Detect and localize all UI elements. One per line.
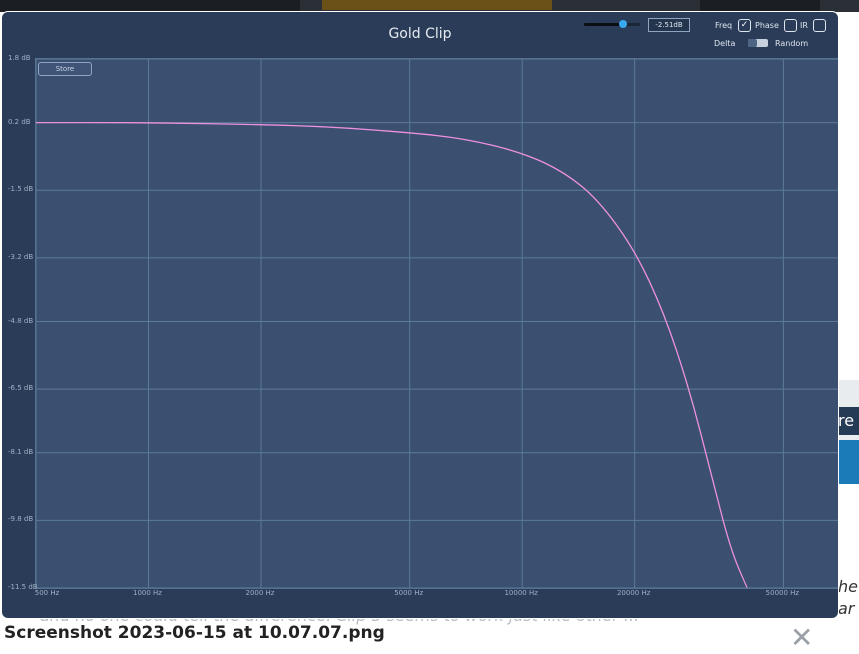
plugin-title: Gold Clip bbox=[388, 26, 452, 42]
x-tick-label: 5000 Hz bbox=[394, 589, 424, 597]
x-tick-label: 500 Hz bbox=[34, 589, 60, 597]
background-topbar-highlight bbox=[322, 0, 552, 10]
y-tick-label: -6.5 dB bbox=[8, 384, 34, 393]
background-topbar-right bbox=[700, 0, 820, 12]
freq-checkbox[interactable]: ✓ bbox=[738, 19, 751, 32]
y-tick-label: -8.1 dB bbox=[8, 447, 34, 456]
delta-label: Delta bbox=[714, 39, 736, 48]
background-topbar-left bbox=[0, 0, 300, 12]
y-tick-label: -4.8 dB bbox=[8, 316, 34, 325]
background-right-button[interactable]: re bbox=[838, 407, 859, 435]
gain-slider-knob[interactable] bbox=[619, 20, 627, 28]
response-curve bbox=[36, 121, 748, 588]
y-tick-label: 0.2 dB bbox=[8, 117, 31, 126]
x-tick-label: 1000 Hz bbox=[132, 589, 162, 597]
store-button[interactable]: Store bbox=[38, 62, 92, 76]
background-right-text: he ar bbox=[838, 577, 858, 618]
x-tick-label: 50000 Hz bbox=[765, 589, 800, 597]
y-tick-label: -9.8 dB bbox=[8, 515, 34, 524]
image-caption: Screenshot 2023-06-15 at 10.07.07.png bbox=[4, 623, 385, 643]
gain-value-field[interactable]: -2.51dB bbox=[648, 18, 690, 32]
x-tick-label: 10000 Hz bbox=[504, 589, 538, 597]
close-icon[interactable]: ✕ bbox=[790, 624, 813, 652]
background-right-button-blue[interactable] bbox=[838, 440, 859, 484]
y-tick-label: -1.5 dB bbox=[8, 185, 34, 194]
plugin-window: Gold Clip -2.51dB Freq ✓ Phase IR Delta … bbox=[2, 12, 838, 618]
ir-label: IR bbox=[800, 21, 808, 30]
x-tick-label: 20000 Hz bbox=[616, 589, 651, 597]
frequency-response-chart bbox=[36, 59, 838, 588]
random-label: Random bbox=[775, 39, 809, 48]
y-tick-label: -3.2 dB bbox=[8, 252, 34, 261]
freq-label: Freq bbox=[715, 21, 733, 30]
gain-slider-fill bbox=[584, 23, 624, 26]
delta-random-toggle-knob[interactable] bbox=[748, 39, 757, 47]
ir-checkbox[interactable] bbox=[813, 19, 826, 32]
frequency-response-plot[interactable] bbox=[35, 58, 838, 589]
y-tick-label: -11.5 dB bbox=[8, 583, 38, 591]
x-tick-label: 2000 Hz bbox=[245, 589, 275, 597]
phase-label: Phase bbox=[755, 21, 779, 30]
y-tick-label: 1.8 dB bbox=[8, 54, 31, 62]
phase-checkbox[interactable] bbox=[784, 19, 797, 32]
